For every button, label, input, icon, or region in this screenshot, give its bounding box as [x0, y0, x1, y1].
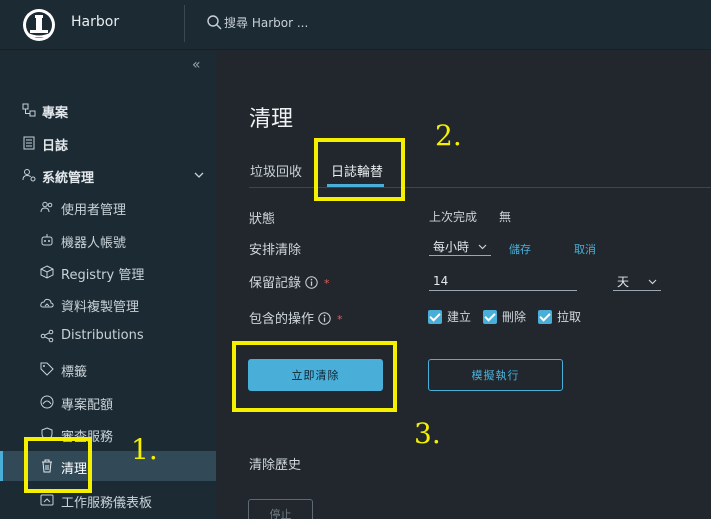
info-icon[interactable]: [318, 312, 331, 325]
sidebar-item-label: 使用者管理: [61, 203, 127, 218]
stop-button[interactable]: 停止: [248, 499, 313, 519]
admin-icon: [22, 169, 36, 182]
page-title: 清理: [249, 107, 294, 132]
checkbox-checked-icon[interactable]: [428, 309, 442, 324]
quota-icon: [40, 395, 54, 409]
replication-icon: [40, 298, 54, 308]
harbor-logo-icon[interactable]: [22, 8, 56, 42]
cancel-button[interactable]: 取消: [574, 241, 596, 257]
last-completed-value: 無: [499, 210, 512, 224]
app-header: Harbor: [0, 0, 711, 50]
sidebar-item-label: 工作服務儀表板: [61, 496, 153, 511]
schedule-select-value: 每小時: [433, 240, 470, 254]
sidebar-item-labels[interactable]: 標籤: [0, 354, 216, 384]
delete-checkbox-label: 刪除: [502, 310, 527, 324]
last-completed-label: 上次完成: [429, 210, 478, 224]
sidebar-item-admin[interactable]: 系統管理: [0, 160, 216, 190]
schedule-select[interactable]: 每小時: [429, 236, 491, 256]
sidebar-item-robot-accounts[interactable]: 機器人帳號: [0, 225, 216, 255]
sidebar-item-projects[interactable]: 專案: [0, 95, 216, 125]
dry-run-button[interactable]: 模擬執行: [428, 359, 563, 391]
required-asterisk: *: [337, 313, 343, 326]
pull-checkbox-label: 拉取: [557, 310, 582, 324]
app-title: Harbor: [71, 14, 120, 30]
sidebar-item-label: 資料複製管理: [61, 300, 140, 315]
annotation-number-2: 2.: [435, 119, 462, 152]
checkbox-checked-icon[interactable]: [483, 309, 497, 324]
sidebar-item-label: 專案配額: [61, 398, 114, 413]
search-input[interactable]: [224, 13, 374, 33]
retention-label: 保留記錄 *: [249, 272, 330, 291]
checkbox-checked-icon[interactable]: [538, 309, 552, 324]
annotation-box-purge-now: [232, 341, 397, 412]
sidebar-item-registries[interactable]: Registry 管理: [0, 257, 216, 287]
logs-icon: [23, 136, 35, 150]
chevron-down-icon: [648, 279, 657, 285]
dashboard-icon: [40, 494, 54, 506]
header-divider: [184, 5, 185, 42]
retention-unit-select[interactable]: 天: [613, 271, 661, 291]
collapse-sidebar-icon[interactable]: «: [192, 57, 201, 73]
search-icon[interactable]: [206, 14, 222, 30]
operations-label-text: 包含的操作: [249, 312, 315, 327]
sidebar-item-label: 機器人帳號: [61, 236, 127, 251]
sidebar-item-logs[interactable]: 日誌: [0, 128, 216, 158]
delete-checkbox[interactable]: 刪除: [483, 308, 526, 325]
sidebar-item-label: 標籤: [61, 365, 88, 380]
annotation-box-log-rotation: [314, 138, 405, 201]
operations-label: 包含的操作 *: [249, 308, 343, 327]
chevron-down-icon: [194, 172, 204, 178]
annotation-box-clean-up: [24, 437, 92, 493]
required-asterisk: *: [324, 277, 330, 290]
registry-icon: [40, 265, 54, 279]
users-icon: [40, 201, 53, 213]
status-label: 狀態: [249, 212, 276, 227]
chevron-down-icon: [478, 244, 487, 250]
sidebar-item-users[interactable]: 使用者管理: [0, 192, 216, 222]
annotation-number-3: 3.: [414, 417, 441, 450]
sidebar-item-distributions[interactable]: Distributions: [0, 321, 216, 351]
robot-icon: [41, 234, 53, 246]
retention-label-text: 保留記錄: [249, 276, 302, 291]
projects-icon: [22, 103, 36, 117]
create-checkbox-label: 建立: [447, 310, 472, 324]
create-checkbox[interactable]: 建立: [428, 308, 471, 325]
schedule-label: 安排清除: [249, 243, 302, 258]
retention-value-input[interactable]: [429, 271, 577, 291]
info-icon[interactable]: [305, 276, 318, 289]
sidebar-item-label: Registry 管理: [61, 268, 145, 283]
labels-icon: [40, 362, 54, 376]
distributions-icon: [40, 329, 54, 343]
sidebar-item-label: 日誌: [42, 139, 69, 154]
save-button[interactable]: 儲存: [509, 241, 531, 257]
pull-checkbox[interactable]: 拉取: [538, 308, 581, 325]
main-content: 清理 垃圾回收 日誌輪替 狀態 上次完成 無 安排清除 每小時 儲存 取消 保留…: [216, 51, 711, 519]
sidebar-item-label: 專案: [42, 106, 69, 121]
tab-garbage-collection[interactable]: 垃圾回收: [250, 161, 302, 180]
sidebar-item-replications[interactable]: 資料複製管理: [0, 289, 216, 319]
sidebar-item-project-quotas[interactable]: 專案配額: [0, 387, 216, 417]
annotation-number-1: 1.: [131, 433, 158, 466]
purge-history-title: 清除歷史: [249, 458, 302, 473]
retention-unit-value: 天: [617, 275, 630, 289]
sidebar-item-label: 系統管理: [42, 171, 95, 186]
sidebar-item-label: Distributions: [61, 328, 144, 343]
